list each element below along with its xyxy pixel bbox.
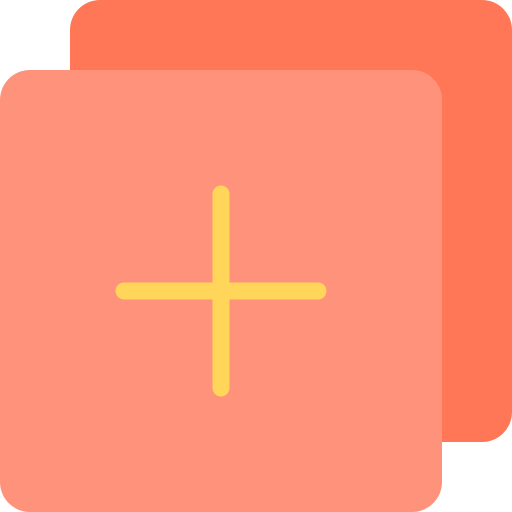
add-copy-icon (0, 0, 512, 512)
add-copy-graphic (0, 0, 512, 512)
